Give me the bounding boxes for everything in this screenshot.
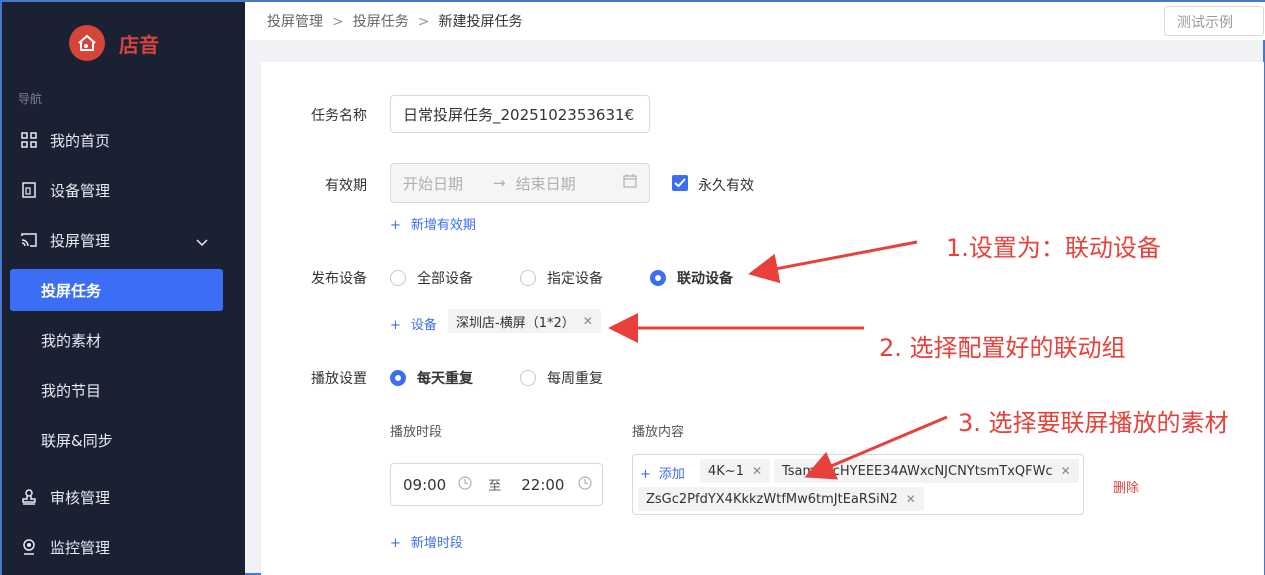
annotation-arrow-3 [804, 415, 948, 480]
annotation-2: 2. 选择配置好的联动组 [879, 334, 1126, 362]
annotation-1: 1.设置为：联动设备 [946, 234, 1161, 262]
annotation-arrow-1 [748, 240, 918, 284]
annotation-arrows [608, 240, 948, 480]
annotation-3: 3. 选择要联屏播放的素材 [958, 409, 1229, 437]
